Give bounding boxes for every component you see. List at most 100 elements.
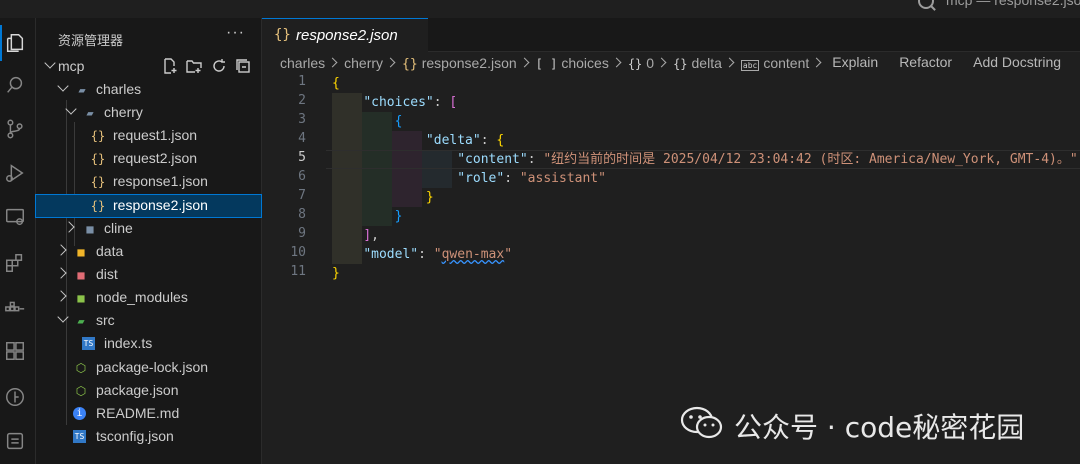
code-line: } <box>394 209 403 224</box>
docker-icon[interactable] <box>4 296 26 318</box>
breadcrumb-label: 0 <box>646 55 655 72</box>
chevron-right-icon <box>63 221 75 233</box>
line-number: 8 <box>298 207 306 222</box>
chevron-down-icon <box>57 311 69 323</box>
chevron-right-icon <box>327 57 338 68</box>
search-icon[interactable] <box>918 0 934 9</box>
tree-item-request1[interactable]: {} request1.json <box>36 125 261 147</box>
tree-item-charles[interactable]: ▰ charles <box>36 79 261 101</box>
tree-item-label: tsconfig.json <box>96 428 174 444</box>
code-line: { <box>394 114 403 129</box>
line-number: 2 <box>298 93 306 108</box>
more-actions-icon[interactable]: ··· <box>226 24 245 42</box>
explorer-title: 资源管理器 <box>58 33 124 48</box>
chevron-down-icon <box>57 80 69 92</box>
remote-explorer-icon[interactable] <box>4 206 26 228</box>
tree-item-label: data <box>96 243 124 259</box>
tree-item-label: cherry <box>104 104 143 120</box>
array-icon: [ ] <box>535 57 558 72</box>
tree-item-readme[interactable]: i README.md <box>36 403 261 425</box>
tree-item-package-lock[interactable]: ⬡ package-lock.json <box>36 357 261 379</box>
tree-item-index-ts[interactable]: TS index.ts <box>36 333 261 355</box>
tree-item-node-modules[interactable]: ■ node_modules <box>36 287 261 309</box>
tree-item-label: mcp <box>58 58 85 74</box>
breadcrumb-item[interactable]: [ ] choices <box>536 55 609 71</box>
line-number: 11 <box>290 264 306 279</box>
breadcrumb-item[interactable]: {} delta <box>673 55 722 71</box>
tree-item-package-json[interactable]: ⬡ package.json <box>36 380 261 402</box>
breadcrumb-label: response2.json <box>421 54 517 71</box>
line-number: 3 <box>298 112 306 127</box>
code-line: "choices": [ <box>363 95 458 110</box>
chevron-down-icon <box>65 103 77 115</box>
breadcrumb-item[interactable]: {} 0 <box>628 55 654 71</box>
breadcrumb-item[interactable]: abc content <box>740 55 810 72</box>
folder-data-icon: ■ <box>77 245 85 259</box>
json-file-icon: {} <box>90 175 106 189</box>
node-file-icon: ⬡ <box>75 361 87 375</box>
object-icon: {} <box>627 57 643 72</box>
json-file-icon: {} <box>90 152 106 166</box>
activity-bar <box>0 18 36 464</box>
run-debug-icon[interactable] <box>4 162 26 184</box>
title-bar: mcp — response2.json <box>0 0 1080 18</box>
tree-item-cline[interactable]: ■ cline <box>36 218 261 240</box>
chevron-right-icon <box>724 57 735 68</box>
database-icon[interactable] <box>4 430 26 452</box>
object-icon: {} <box>673 57 688 72</box>
tree-item-response1[interactable]: {} response1.json <box>36 171 261 193</box>
breadcrumb-label: choices <box>561 55 609 72</box>
grid-icon[interactable] <box>4 340 26 362</box>
refactor-codelens[interactable]: Refactor <box>899 54 952 70</box>
tree-item-data[interactable]: ■ data <box>36 241 261 263</box>
json-file-icon: {} <box>90 129 106 143</box>
folder-src-icon: ▰ <box>77 314 85 328</box>
tree-item-label: README.md <box>96 405 180 421</box>
json-file-icon: {} <box>90 199 106 213</box>
tree-item-tsconfig[interactable]: TS tsconfig.json <box>36 426 261 448</box>
typescript-file-icon: TS <box>82 337 95 350</box>
breadcrumb-label: delta <box>691 55 722 72</box>
breadcrumb: charles cherry{} response2.json[ ] choices{… <box>280 54 1061 74</box>
watermark-text: 公众号 · code秘密花园 <box>734 411 1025 444</box>
tree-item-response2[interactable]: {} response2.json <box>35 194 262 218</box>
tree-item-mcp[interactable]: mcp <box>36 56 261 78</box>
gitlens-icon[interactable] <box>4 386 26 408</box>
breadcrumb-item[interactable]: {} response2.json <box>402 55 517 72</box>
line-number: 1 <box>298 74 306 89</box>
wechat-icon <box>680 406 723 439</box>
chevron-right-icon <box>811 57 822 68</box>
explain-codelens[interactable]: Explain <box>832 54 878 70</box>
files-icon[interactable] <box>0 25 26 61</box>
chevron-right-icon <box>55 267 67 279</box>
line-number: 4 <box>298 131 306 146</box>
tree-item-dist[interactable]: ■ dist <box>36 264 261 286</box>
tree-item-cherry[interactable]: ▰ cherry <box>36 102 261 124</box>
tree-item-label: charles <box>96 81 142 97</box>
tree-item-src[interactable]: ▰ src <box>36 310 261 332</box>
tree-item-label: src <box>96 312 115 328</box>
code-line: { <box>332 76 340 91</box>
tree-item-label: request2.json <box>113 150 198 166</box>
source-control-icon[interactable] <box>4 118 26 140</box>
explorer-sidebar: 资源管理器 ··· mcp ▰ charles ▰ cherry {} requ… <box>35 18 262 464</box>
folder-icon: ■ <box>86 222 94 236</box>
folder-dist-icon: ■ <box>77 268 85 282</box>
chevron-right-icon <box>55 244 67 256</box>
folder-open-icon: ▰ <box>78 83 86 97</box>
code-line: ], <box>363 228 379 243</box>
search-icon[interactable] <box>4 74 26 96</box>
breadcrumb-item[interactable]: charles <box>280 55 325 71</box>
tab-response2[interactable]: {} response2.json <box>262 18 428 52</box>
extensions-icon[interactable] <box>4 252 26 274</box>
breadcrumb-item[interactable]: cherry <box>344 55 383 71</box>
tree-item-request2[interactable]: {} request2.json <box>36 148 261 170</box>
line-number: 9 <box>298 226 306 241</box>
add-docstring-codelens[interactable]: Add Docstring <box>973 54 1061 70</box>
folder-open-icon: ▰ <box>86 106 94 120</box>
tree-item-label: cline <box>104 220 133 236</box>
tab-bar: {} response2.json <box>262 18 1080 52</box>
code-line: "role": "assistant" <box>457 171 606 186</box>
breadcrumb-label: content <box>763 55 810 72</box>
tree-item-label: dist <box>96 266 118 282</box>
